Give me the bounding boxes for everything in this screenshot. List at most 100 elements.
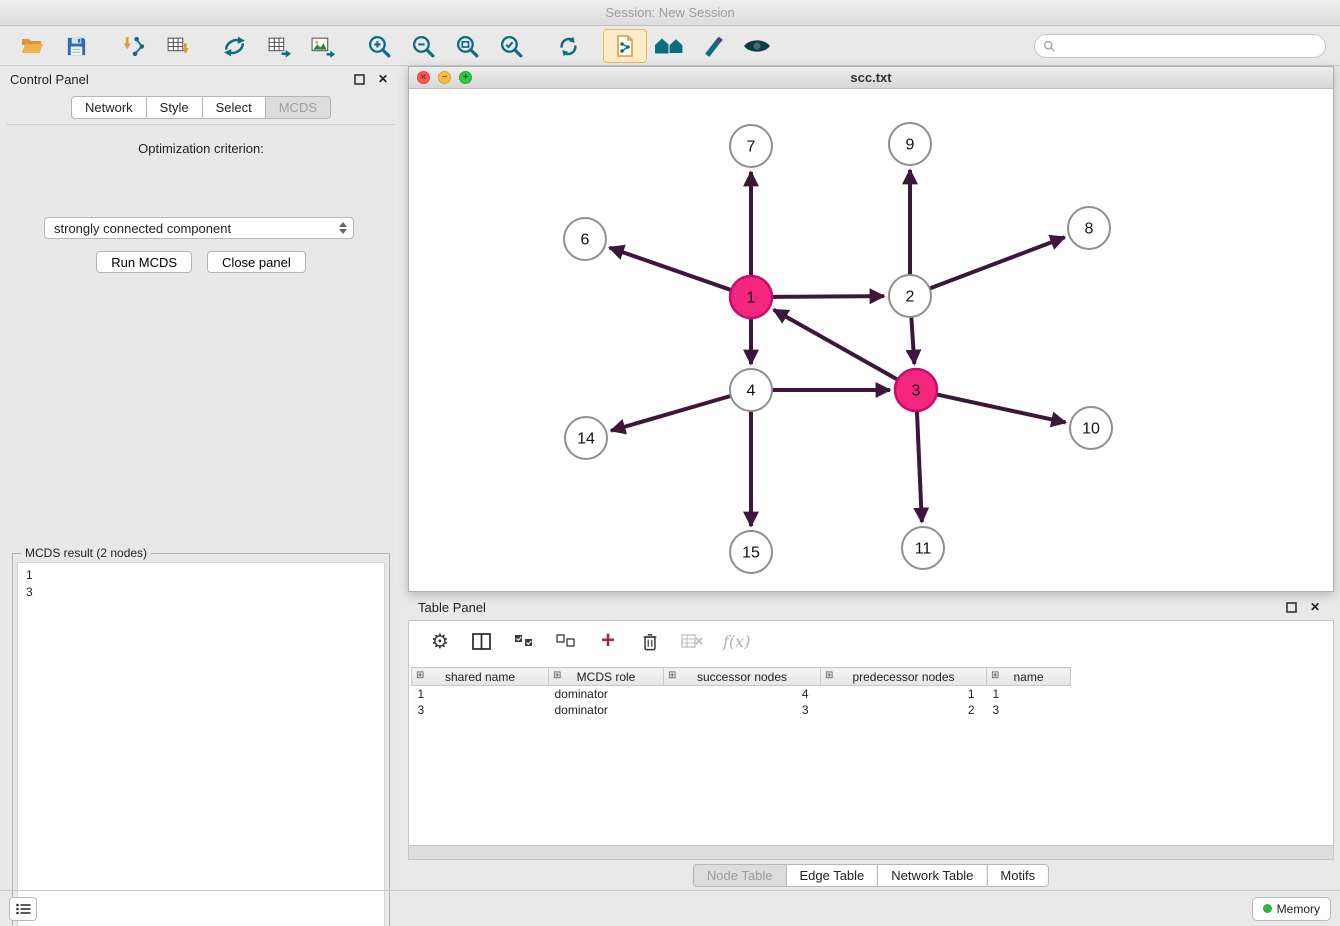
unselect-all-columns-button[interactable] — [555, 629, 577, 653]
search-icon — [1043, 40, 1056, 53]
cell-name[interactable]: 1 — [987, 686, 1071, 702]
delete-table-button[interactable] — [681, 629, 703, 653]
tab-node-table[interactable]: Node Table — [693, 864, 787, 887]
tab-network[interactable]: Network — [71, 96, 147, 119]
close-panel-button[interactable]: Close panel — [207, 251, 306, 273]
memory-button[interactable]: Memory — [1252, 897, 1331, 921]
graph-node-1[interactable]: 1 — [730, 276, 772, 318]
zoom-fit-button[interactable] — [445, 29, 489, 63]
graph-node-2[interactable]: 2 — [889, 275, 931, 317]
table-row[interactable]: 1 dominator 4 1 1 — [412, 686, 1071, 702]
cell-predecessor-nodes[interactable]: 1 — [821, 686, 987, 702]
run-mcds-button[interactable]: Run MCDS — [96, 251, 192, 273]
cell-predecessor-nodes[interactable]: 2 — [821, 702, 987, 718]
zoom-selected-button[interactable] — [489, 29, 533, 63]
close-control-panel-icon[interactable]: ✕ — [374, 71, 392, 87]
first-neighbors-button[interactable] — [603, 29, 647, 63]
graph-node-14[interactable]: 14 — [565, 417, 607, 459]
mcds-result-list[interactable]: 1 3 — [17, 562, 385, 926]
cell-successor-nodes[interactable]: 3 — [664, 702, 821, 718]
cell-mcds-role[interactable]: dominator — [549, 702, 664, 718]
apply-layout-button[interactable] — [546, 29, 590, 63]
window-minimize-button[interactable]: − — [438, 71, 451, 84]
tab-style[interactable]: Style — [146, 96, 203, 119]
network-canvas[interactable]: 7 9 6 8 1 2 4 3 14 10 15 11 — [409, 89, 1333, 591]
svg-text:4: 4 — [747, 383, 756, 400]
optimization-criterion-label: Optimization criterion: — [6, 141, 396, 156]
graph-node-11[interactable]: 11 — [902, 527, 944, 569]
home-button[interactable] — [647, 29, 691, 63]
save-session-button[interactable] — [54, 29, 98, 63]
window-controls: × − + — [417, 71, 472, 84]
graph-node-3[interactable]: 3 — [895, 369, 937, 411]
column-header-shared-name[interactable]: ⊞ shared name — [412, 668, 549, 686]
zoom-out-button[interactable] — [401, 29, 445, 63]
graph-edge-2-3[interactable] — [911, 317, 914, 364]
graph-edge-1-6[interactable] — [610, 248, 732, 290]
graph-node-15[interactable]: 15 — [730, 531, 772, 573]
graph-edge-3-11[interactable] — [917, 411, 922, 522]
app-titlebar: Session: New Session — [0, 0, 1340, 26]
table-settings-button[interactable]: ⚙ — [429, 629, 451, 653]
checked-boxes-icon — [514, 634, 534, 648]
graph-node-8[interactable]: 8 — [1068, 207, 1110, 249]
tab-edge-table[interactable]: Edge Table — [785, 864, 878, 887]
window-zoom-button[interactable]: + — [459, 71, 472, 84]
float-panel-icon[interactable] — [350, 71, 368, 87]
window-close-button[interactable]: × — [417, 71, 430, 84]
apply-style-button[interactable] — [691, 29, 735, 63]
graph-node-6[interactable]: 6 — [564, 218, 606, 260]
table-scrollbar-track[interactable] — [408, 846, 1334, 860]
graph-node-10[interactable]: 10 — [1070, 407, 1112, 449]
show-hide-button[interactable] — [735, 29, 779, 63]
tab-network-table[interactable]: Network Table — [877, 864, 987, 887]
import-table-button[interactable] — [155, 29, 199, 63]
graph-node-4[interactable]: 4 — [730, 369, 772, 411]
column-sort-icon: ⊞ — [825, 670, 833, 681]
new-table-button[interactable] — [256, 29, 300, 63]
search-input[interactable] — [1061, 39, 1317, 53]
tab-select[interactable]: Select — [202, 96, 266, 119]
graph-node-7[interactable]: 7 — [730, 125, 772, 167]
plus-icon: + — [601, 631, 615, 651]
column-header-successor-nodes[interactable]: ⊞ successor nodes — [664, 668, 821, 686]
create-column-button[interactable]: + — [597, 629, 619, 653]
graph-node-9[interactable]: 9 — [889, 123, 931, 165]
delete-columns-button[interactable] — [639, 629, 661, 653]
optimization-criterion-select[interactable]: strongly connected component — [44, 217, 354, 239]
new-network-button[interactable] — [212, 29, 256, 63]
control-panel-header: Control Panel ✕ — [0, 66, 402, 92]
column-header-mcds-role[interactable]: ⊞ MCDS role — [549, 668, 664, 686]
tab-mcds[interactable]: MCDS — [265, 96, 331, 119]
network-view-window: × − + scc.txt 7 9 6 8 1 2 4 3 14 10 15 11 — [408, 66, 1334, 592]
open-session-button[interactable] — [10, 29, 54, 63]
graph-edge-2-8[interactable] — [930, 237, 1065, 288]
close-table-panel-icon[interactable]: ✕ — [1306, 599, 1324, 615]
column-header-predecessor-nodes[interactable]: ⊞ predecessor nodes — [821, 668, 987, 686]
tab-motifs[interactable]: Motifs — [986, 864, 1049, 887]
cell-shared-name[interactable]: 1 — [412, 686, 549, 702]
zoom-in-icon — [367, 34, 392, 59]
table-header-row: ⊞ shared name ⊞ MCDS role ⊞ successor no… — [412, 668, 1071, 686]
zoom-in-button[interactable] — [357, 29, 401, 63]
cell-shared-name[interactable]: 3 — [412, 702, 549, 718]
search-field[interactable] — [1034, 34, 1326, 58]
network-window-titlebar[interactable]: × − + scc.txt — [409, 67, 1333, 89]
show-columns-button[interactable] — [471, 629, 493, 653]
export-image-button[interactable] — [300, 29, 344, 63]
graph-edge-3-1[interactable] — [774, 310, 898, 380]
table-row[interactable]: 3 dominator 3 2 3 — [412, 702, 1071, 718]
cell-name[interactable]: 3 — [987, 702, 1071, 718]
graph-edge-4-14[interactable] — [611, 396, 731, 431]
graph-edge-3-10[interactable] — [937, 394, 1066, 422]
cell-mcds-role[interactable]: dominator — [549, 686, 664, 702]
function-builder-button[interactable]: f(x) — [723, 629, 750, 653]
graph-edge-1-2[interactable] — [772, 296, 884, 297]
import-network-button[interactable] — [111, 29, 155, 63]
float-table-panel-icon[interactable] — [1282, 599, 1300, 615]
task-history-button[interactable] — [9, 897, 37, 921]
cell-successor-nodes[interactable]: 4 — [664, 686, 821, 702]
zoom-selected-icon — [499, 34, 524, 59]
column-header-name[interactable]: ⊞ name — [987, 668, 1071, 686]
select-all-columns-button[interactable] — [513, 629, 535, 653]
